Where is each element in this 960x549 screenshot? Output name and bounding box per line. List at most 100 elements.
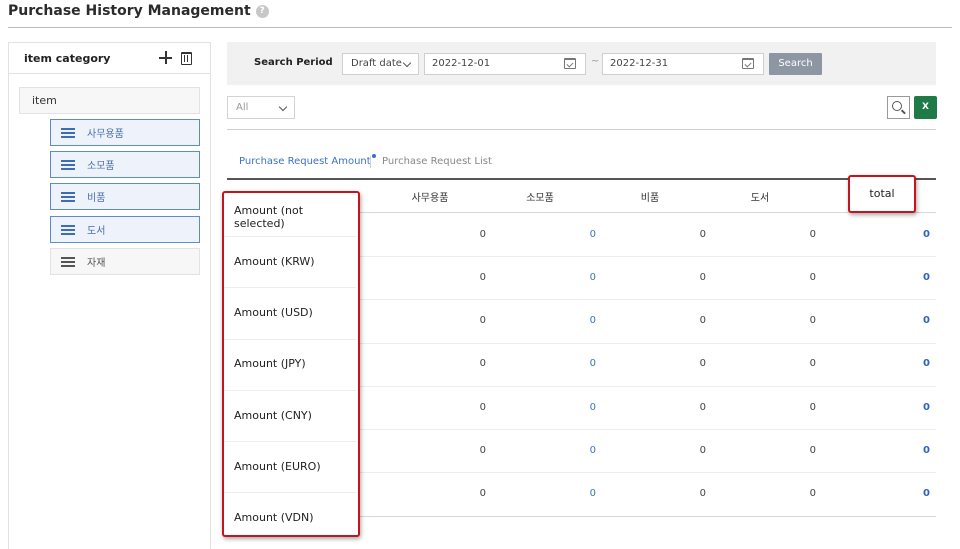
search-icon[interactable]	[887, 96, 910, 119]
row-divider	[224, 236, 356, 237]
row-label-highlight: Amount (not selected) Amount (KRW) Amoun…	[222, 191, 360, 537]
search-period-label: Search Period	[254, 57, 333, 68]
table-cell: 0	[479, 358, 486, 369]
start-date-value: 2022-12-01	[432, 58, 491, 69]
tab-divider	[370, 156, 371, 168]
category-item-label: 비품	[87, 193, 106, 204]
table-cell: 0	[479, 315, 486, 326]
column-header: 사무용품	[411, 193, 449, 204]
table-cell: 0	[589, 488, 596, 499]
table-cell: 0	[809, 229, 816, 240]
row-label: Amount (KRW)	[234, 255, 315, 268]
drag-handle-icon[interactable]	[61, 127, 75, 138]
date-separator: ~	[591, 56, 600, 67]
tab-label: Purchase Request Amount	[239, 156, 371, 167]
excel-icon[interactable]: X	[914, 96, 937, 119]
table-cell: 0	[589, 445, 596, 456]
table-cell: 0	[589, 315, 596, 326]
row-label: Amount (not selected)	[234, 204, 304, 230]
help-icon[interactable]: ?	[255, 4, 269, 18]
table-cell: 0	[699, 272, 706, 283]
category-item-label: 도서	[87, 226, 106, 237]
end-date-value: 2022-12-31	[610, 58, 669, 69]
filter-select[interactable]: All	[227, 96, 295, 119]
category-item-office-supplies[interactable]: 사무용품	[50, 119, 200, 146]
lens-handle-shape	[901, 109, 906, 115]
page-title-text: Purchase History Management	[8, 3, 251, 19]
end-date-input[interactable]: 2022-12-31	[602, 53, 764, 75]
table-cell: 0	[479, 229, 486, 240]
filter-divider	[227, 129, 936, 130]
search-button[interactable]: Search	[769, 53, 822, 75]
trash-icon[interactable]	[181, 52, 192, 65]
category-item-label: 자재	[87, 258, 106, 269]
row-divider	[224, 492, 356, 493]
category-item-label: 소모품	[87, 161, 115, 172]
table-cell: 0	[809, 272, 816, 283]
category-title: item category	[24, 51, 111, 65]
table-cell: 0	[479, 402, 486, 413]
add-icon[interactable]	[157, 49, 175, 67]
category-item-label: 사무용품	[87, 129, 124, 140]
row-label: Amount (JPY)	[234, 357, 306, 370]
table-cell: 0	[479, 272, 486, 283]
category-item-books[interactable]: 도서	[50, 216, 200, 243]
row-divider	[224, 441, 356, 442]
start-date-input[interactable]: 2022-12-01	[424, 53, 586, 75]
row-label: Amount (CNY)	[234, 409, 312, 422]
row-label: Amount (EURO)	[234, 460, 321, 473]
table-cell: 0	[809, 315, 816, 326]
column-header-total: total	[848, 175, 916, 213]
table-cell: 0	[699, 445, 706, 456]
category-item-materials[interactable]: 자재	[50, 248, 200, 275]
drag-handle-icon[interactable]	[61, 224, 75, 235]
chevron-down-icon	[402, 58, 412, 68]
row-divider	[224, 390, 356, 391]
row-label: Amount (USD)	[234, 306, 313, 319]
active-dot-icon	[371, 154, 376, 158]
row-label: Amount (VDN)	[234, 511, 314, 524]
calendar-icon[interactable]	[742, 58, 754, 69]
table-cell: 0	[699, 358, 706, 369]
table-cell-total[interactable]: 0	[890, 358, 930, 369]
drag-handle-icon[interactable]	[61, 159, 75, 170]
table-cell: 0	[809, 402, 816, 413]
row-divider	[224, 287, 356, 288]
tab-purchase-request-amount[interactable]: Purchase Request Amount	[239, 154, 376, 167]
column-header: 소모품	[526, 193, 554, 204]
category-root-item[interactable]: item	[19, 87, 200, 114]
row-divider	[224, 339, 356, 340]
table-cell-total[interactable]: 0	[890, 315, 930, 326]
table-top-border	[227, 178, 936, 180]
table-cell-total[interactable]: 0	[890, 272, 930, 283]
table-cell-total[interactable]: 0	[890, 402, 930, 413]
table-cell-total[interactable]: 0	[890, 229, 930, 240]
column-header: 도서	[750, 193, 770, 204]
table-cell: 0	[809, 358, 816, 369]
filter-value: All	[236, 102, 249, 113]
chevron-down-icon	[278, 102, 288, 112]
table-cell: 0	[589, 229, 596, 240]
column-header: 비품	[640, 193, 660, 204]
drag-handle-icon[interactable]	[61, 191, 75, 202]
table-cell: 0	[809, 488, 816, 499]
date-type-value: Draft date	[351, 58, 402, 69]
category-item-consumables[interactable]: 소모품	[50, 151, 200, 178]
calendar-icon[interactable]	[564, 58, 576, 69]
table-cell: 0	[699, 488, 706, 499]
table-cell: 0	[809, 445, 816, 456]
category-item-equipment[interactable]: 비품	[50, 183, 200, 210]
table-cell-total[interactable]: 0	[890, 445, 930, 456]
table-cell: 0	[699, 229, 706, 240]
drag-handle-icon[interactable]	[61, 256, 75, 267]
table-cell: 0	[479, 488, 486, 499]
table-cell: 0	[699, 402, 706, 413]
title-divider	[8, 27, 952, 28]
table-cell: 0	[479, 445, 486, 456]
search-bar: Search Period Draft date 2022-12-01 ~ 20…	[227, 42, 936, 85]
date-type-select[interactable]: Draft date	[342, 53, 419, 75]
category-panel: item category item 사무용품 소모품 비품 도서 자재	[8, 42, 211, 549]
table-cell-total[interactable]: 0	[890, 488, 930, 499]
tab-purchase-request-list[interactable]: Purchase Request List	[382, 156, 492, 167]
table-cell: 0	[589, 272, 596, 283]
